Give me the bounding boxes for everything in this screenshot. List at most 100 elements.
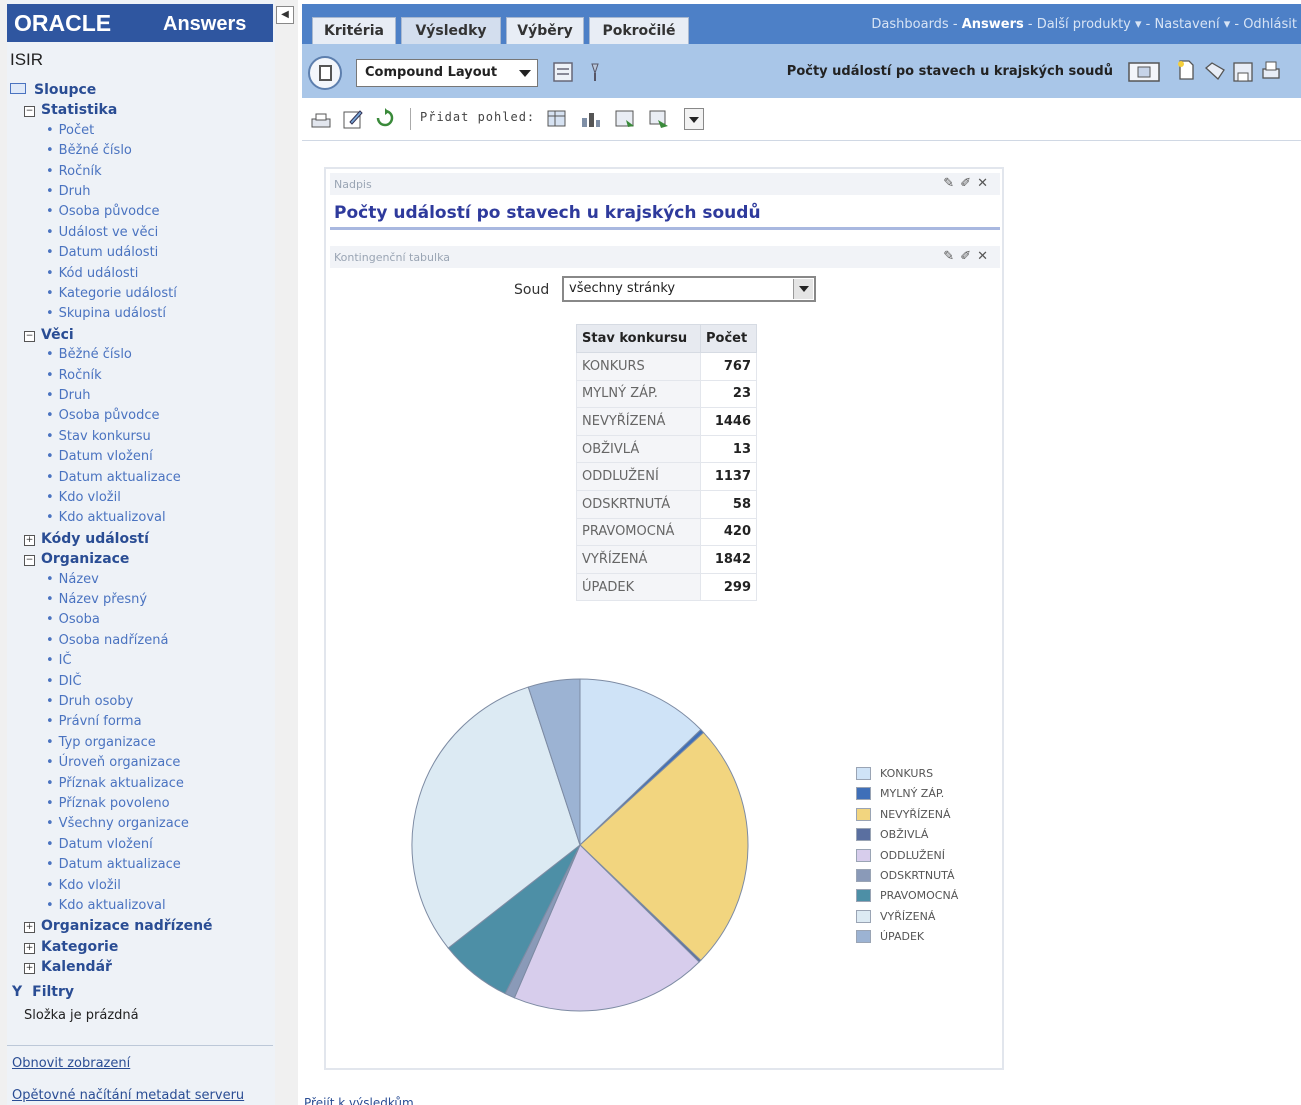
tree-column[interactable]: • Stav konkursu bbox=[46, 429, 151, 444]
tree-folder[interactable]: + Kalendář bbox=[24, 959, 112, 975]
tab-prompts[interactable]: Výběry bbox=[506, 17, 584, 45]
expand-icon[interactable]: + bbox=[24, 922, 35, 934]
answers-link[interactable]: Answers bbox=[962, 17, 1024, 32]
expand-icon[interactable]: + bbox=[24, 942, 35, 954]
close-icon[interactable]: ✕ bbox=[977, 249, 994, 264]
tree-column[interactable]: • Úroveň organizace bbox=[46, 755, 180, 770]
tree-column[interactable]: • Běžné číslo bbox=[46, 347, 132, 362]
compound-layout-icon[interactable] bbox=[308, 56, 342, 90]
edit-view-icon[interactable]: ✐ bbox=[960, 249, 977, 264]
tree-folder[interactable]: + Kategorie bbox=[24, 939, 118, 955]
refresh-display-link[interactable]: Obnovit zobrazení bbox=[12, 1056, 130, 1071]
row-label[interactable]: OBŽIVLÁ bbox=[576, 434, 701, 464]
settings-link[interactable]: Nastavení bbox=[1155, 17, 1220, 32]
filters-section[interactable]: Y Filtry bbox=[12, 984, 74, 1000]
chevron-down-icon[interactable] bbox=[793, 279, 813, 299]
tree-column[interactable]: • Počet bbox=[46, 123, 94, 138]
row-label[interactable]: KONKURS bbox=[576, 352, 701, 381]
tree-column[interactable]: • Právní forma bbox=[46, 714, 142, 729]
more-products-link[interactable]: Další produkty bbox=[1037, 17, 1131, 32]
edit-view-icon[interactable] bbox=[342, 108, 364, 130]
add-chart-view-icon[interactable] bbox=[580, 108, 602, 130]
tree-column[interactable]: • Příznak aktualizace bbox=[46, 776, 184, 791]
tree-column[interactable]: • Osoba původce bbox=[46, 204, 160, 219]
tree-column[interactable]: • IČ bbox=[46, 653, 72, 668]
view-layout-icon[interactable] bbox=[552, 61, 574, 83]
tree-folder[interactable]: − Věci bbox=[24, 327, 74, 343]
tab-advanced[interactable]: Pokročilé bbox=[589, 17, 689, 45]
edit-view-icon[interactable]: ✐ bbox=[960, 176, 977, 191]
tree-column[interactable]: • Datum vložení bbox=[46, 449, 153, 464]
tree-column[interactable]: • Název bbox=[46, 572, 99, 587]
tree-column[interactable]: • Datum vložení bbox=[46, 837, 153, 852]
row-label[interactable]: PRAVOMOCNÁ bbox=[576, 517, 701, 547]
tree-column[interactable]: • Kód události bbox=[46, 266, 138, 281]
more-views-dropdown[interactable] bbox=[684, 108, 704, 130]
row-label[interactable]: NEVYŘÍZENÁ bbox=[576, 407, 701, 436]
court-prompt-select[interactable]: všechny stránky bbox=[562, 276, 816, 302]
tree-column[interactable]: • Všechny organizace bbox=[46, 816, 189, 831]
collapse-icon[interactable]: − bbox=[24, 106, 35, 118]
tree-column[interactable]: • Kategorie událostí bbox=[46, 286, 177, 301]
tree-folder[interactable]: − Organizace bbox=[24, 551, 129, 567]
tree-column-label: Osoba původce bbox=[58, 204, 160, 220]
row-label[interactable]: ODSKRTNUTÁ bbox=[576, 489, 701, 519]
expand-icon[interactable]: + bbox=[24, 534, 35, 546]
preview-icon[interactable] bbox=[1128, 61, 1160, 83]
row-label[interactable]: MYLNÝ ZÁP. bbox=[576, 379, 701, 409]
tree-column[interactable]: • Druh bbox=[46, 388, 91, 403]
tree-column[interactable]: • Událost ve věci bbox=[46, 225, 158, 240]
add-table-view-icon[interactable] bbox=[546, 108, 568, 130]
logout-link[interactable]: Odhlásit bbox=[1243, 17, 1297, 32]
tree-column[interactable]: • Kdo vložil bbox=[46, 878, 121, 893]
format-view-icon[interactable]: ✎ bbox=[943, 176, 960, 191]
format-view-icon[interactable]: ✎ bbox=[943, 249, 960, 264]
dashboards-link[interactable]: Dashboards bbox=[871, 17, 948, 32]
tree-column[interactable]: • Osoba nadřízená bbox=[46, 633, 168, 648]
tree-column[interactable]: • Datum aktualizace bbox=[46, 857, 181, 872]
tree-folder[interactable]: + Kódy událostí bbox=[24, 531, 149, 547]
tree-column[interactable]: • Běžné číslo bbox=[46, 143, 132, 158]
tree-column[interactable]: • Datum události bbox=[46, 245, 158, 260]
tree-folder[interactable]: + Organizace nadřízené bbox=[24, 918, 213, 934]
tree-column[interactable]: • Druh bbox=[46, 184, 91, 199]
tree-column[interactable]: • Ročník bbox=[46, 368, 102, 383]
tree-column[interactable]: • Osoba bbox=[46, 612, 100, 627]
expand-icon[interactable]: + bbox=[24, 963, 35, 975]
tree-column[interactable]: • Název přesný bbox=[46, 592, 147, 607]
row-label[interactable]: ÚPADEK bbox=[576, 572, 701, 602]
save-icon[interactable] bbox=[1232, 61, 1254, 83]
tree-column[interactable]: • Kdo aktualizoval bbox=[46, 898, 166, 913]
tree-column[interactable]: • Osoba původce bbox=[46, 408, 160, 423]
columns-section[interactable]: Sloupce bbox=[10, 82, 96, 98]
format-icon[interactable] bbox=[584, 61, 606, 83]
tree-folder[interactable]: − Statistika bbox=[24, 102, 117, 118]
tree-column[interactable]: • Příznak povoleno bbox=[46, 796, 170, 811]
print-view-icon[interactable] bbox=[310, 109, 332, 131]
new-request-icon[interactable] bbox=[1175, 59, 1197, 81]
layout-select[interactable]: Compound Layout bbox=[356, 59, 538, 87]
tab-criteria[interactable]: Kritéria bbox=[312, 17, 396, 45]
print-icon[interactable] bbox=[1260, 60, 1282, 82]
tree-column[interactable]: • Skupina událostí bbox=[46, 306, 166, 321]
tree-column[interactable]: • Ročník bbox=[46, 164, 102, 179]
collapse-icon[interactable]: − bbox=[24, 330, 35, 342]
tree-column[interactable]: • Kdo aktualizoval bbox=[46, 510, 166, 525]
open-icon[interactable] bbox=[1204, 60, 1226, 82]
tree-column[interactable]: • Kdo vložil bbox=[46, 490, 121, 505]
tree-column[interactable]: • Typ organizace bbox=[46, 735, 156, 750]
refresh-icon[interactable] bbox=[374, 108, 396, 130]
tree-column[interactable]: • DIČ bbox=[46, 674, 82, 689]
row-label[interactable]: VYŘÍZENÁ bbox=[576, 545, 701, 574]
add-pivot-view-icon[interactable] bbox=[614, 108, 636, 130]
collapse-pane-button[interactable]: ◀ bbox=[276, 6, 294, 24]
tree-column[interactable]: • Datum aktualizace bbox=[46, 470, 181, 485]
collapse-icon[interactable]: − bbox=[24, 555, 35, 567]
row-label[interactable]: ODDLUŽENÍ bbox=[576, 462, 701, 491]
reload-metadata-link[interactable]: Opětovné načítání metadat serveru bbox=[12, 1088, 244, 1103]
tab-results[interactable]: Výsledky bbox=[401, 17, 501, 45]
bottom-results-link[interactable]: Přejít k výsledkům bbox=[304, 1096, 464, 1105]
tree-column[interactable]: • Druh osoby bbox=[46, 694, 133, 709]
add-other-view-icon[interactable] bbox=[648, 108, 670, 130]
close-icon[interactable]: ✕ bbox=[977, 176, 994, 191]
